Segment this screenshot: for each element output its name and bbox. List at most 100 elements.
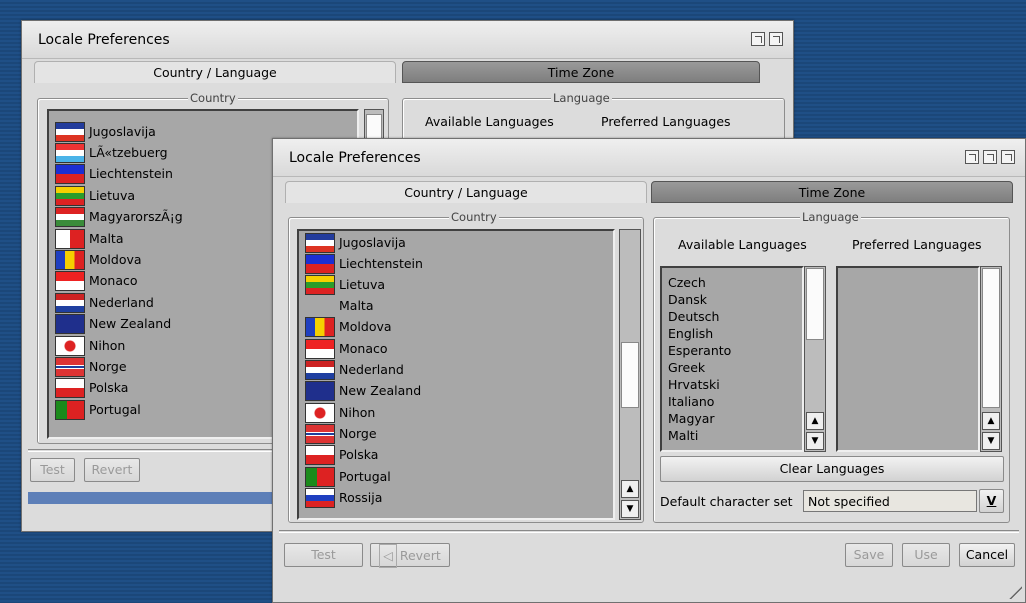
scroll-up-arrow-icon[interactable]: ▲	[806, 412, 824, 430]
scroll-down-arrow-icon[interactable]: ▼	[806, 432, 824, 450]
list-item[interactable]: Polska	[305, 444, 378, 465]
list-item[interactable]: Deutsch	[668, 308, 719, 325]
list-item[interactable]: Nederland	[305, 359, 404, 380]
scroll-up-arrow-icon[interactable]: ▲	[621, 480, 639, 498]
list-item[interactable]: Hrvatski	[668, 376, 720, 393]
list-item[interactable]: Moldova	[305, 316, 392, 337]
back-revert-button[interactable]: Revert	[84, 458, 140, 482]
list-item: Norge	[55, 356, 127, 377]
available-languages-list[interactable]: Czech Dansk Deutsch English Esperanto Gr…	[660, 266, 804, 452]
preferred-languages-label: Preferred Languages	[852, 237, 982, 252]
list-item[interactable]: Dansk	[668, 291, 707, 308]
list-item[interactable]: Italiano	[668, 393, 714, 410]
list-item[interactable]: New Zealand	[305, 380, 421, 401]
test-button[interactable]: Test	[284, 543, 363, 567]
list-item: New Zealand	[55, 313, 171, 334]
list-item[interactable]: Czech	[668, 274, 706, 291]
list-item: Liechtenstein	[55, 163, 173, 184]
scroll-down-arrow-icon[interactable]: ▼	[982, 432, 1000, 450]
use-button[interactable]: Use	[902, 543, 950, 567]
list-item: LÃ«tzebuerg	[55, 142, 168, 163]
country-scroll-thumb[interactable]	[621, 342, 639, 408]
revert-button[interactable]: ◁ Revert	[370, 543, 450, 568]
list-item[interactable]: Monaco	[305, 338, 388, 359]
flag-icon	[55, 335, 85, 356]
flag-icon	[55, 185, 85, 206]
flag-icon	[305, 316, 335, 337]
list-item: Portugal	[55, 399, 141, 420]
list-item[interactable]: Jugoslavija	[305, 232, 406, 253]
flag-icon	[305, 232, 335, 253]
flag-icon	[55, 377, 85, 398]
list-item[interactable]: Greek	[668, 359, 705, 376]
list-item[interactable]: Malta	[305, 295, 373, 316]
back-titlebar[interactable]: Locale Preferences	[22, 21, 793, 59]
front-titlebar[interactable]: Locale Preferences	[273, 139, 1025, 177]
list-item[interactable]: English	[668, 325, 713, 342]
preferred-scroll-thumb[interactable]	[982, 268, 1000, 408]
back-language-legend: Language	[551, 91, 612, 105]
available-languages-scrollbar[interactable]: ▲ ▼	[804, 266, 826, 452]
front-separator	[279, 530, 1019, 533]
list-item: Nederland	[55, 292, 154, 313]
flag-icon	[305, 402, 335, 423]
clear-languages-button[interactable]: Clear Languages	[660, 456, 1004, 482]
back-tab-time-zone[interactable]: Time Zone	[402, 61, 760, 83]
restore-icon[interactable]	[769, 32, 783, 46]
flag-icon	[55, 142, 85, 163]
chevron-down-icon[interactable]: V	[979, 489, 1004, 513]
flag-icon	[305, 359, 335, 380]
back-tab-country-language[interactable]: Country / Language	[34, 61, 396, 83]
country-list[interactable]: Jugoslavija Liechtenstein Lietuva Malta …	[297, 229, 615, 520]
list-item[interactable]: Esperanto	[668, 342, 731, 359]
list-item: Jugoslavija	[55, 121, 156, 142]
front-window-title: Locale Preferences	[289, 150, 421, 166]
scroll-up-arrow-icon[interactable]: ▲	[982, 412, 1000, 430]
list-item[interactable]: Liechtenstein	[305, 253, 423, 274]
charset-select[interactable]: Not specified	[803, 490, 977, 512]
list-item: MagyarorszÃ¡g	[55, 206, 183, 227]
revert-label: Revert	[399, 548, 441, 563]
flag-icon	[55, 356, 85, 377]
flag-icon	[55, 313, 85, 334]
preferred-languages-scrollbar[interactable]: ▲ ▼	[980, 266, 1002, 452]
charset-value: Not specified	[808, 494, 890, 509]
list-item: Moldova	[55, 249, 142, 270]
available-scroll-thumb[interactable]	[806, 268, 824, 340]
back-arrow-icon: ◁	[379, 544, 397, 568]
maximize-icon[interactable]	[751, 32, 765, 46]
scroll-down-arrow-icon[interactable]: ▼	[621, 500, 639, 518]
list-item[interactable]: Nihon	[305, 402, 375, 423]
front-tab-time-zone[interactable]: Time Zone	[651, 181, 1013, 203]
flag-icon	[305, 338, 335, 359]
flag-icon	[305, 423, 335, 444]
flag-icon	[55, 270, 85, 291]
back-test-button[interactable]: Test	[30, 458, 75, 482]
flag-icon	[305, 253, 335, 274]
preferred-languages-list[interactable]	[836, 266, 980, 452]
list-item[interactable]: Lietuva	[305, 274, 385, 295]
language-group: Language Available Languages Preferred L…	[653, 210, 1010, 523]
restore-icon[interactable]	[1001, 150, 1015, 164]
flag-icon	[55, 228, 85, 249]
list-item[interactable]: Rossija	[305, 487, 382, 508]
list-item[interactable]: Magyar	[668, 410, 715, 427]
save-button[interactable]: Save	[845, 543, 893, 567]
back-window-title: Locale Preferences	[38, 32, 170, 48]
resize-grip-icon[interactable]	[1008, 585, 1022, 599]
flag-icon	[55, 292, 85, 313]
list-item[interactable]: Malti	[668, 427, 698, 444]
available-languages-label: Available Languages	[678, 237, 807, 252]
front-tab-country-language[interactable]: Country / Language	[285, 181, 647, 203]
list-item[interactable]: Norge	[305, 423, 377, 444]
minimize-icon[interactable]	[965, 150, 979, 164]
flag-icon	[55, 399, 85, 420]
country-legend: Country	[449, 210, 499, 224]
flag-icon	[305, 296, 335, 316]
back-preferred-languages-label: Preferred Languages	[601, 114, 731, 129]
cancel-button[interactable]: Cancel	[959, 543, 1015, 567]
list-item[interactable]: Portugal	[305, 466, 391, 487]
country-scrollbar[interactable]: ▲ ▼	[619, 229, 641, 520]
list-item: Lietuva	[55, 185, 135, 206]
maximize-icon[interactable]	[983, 150, 997, 164]
